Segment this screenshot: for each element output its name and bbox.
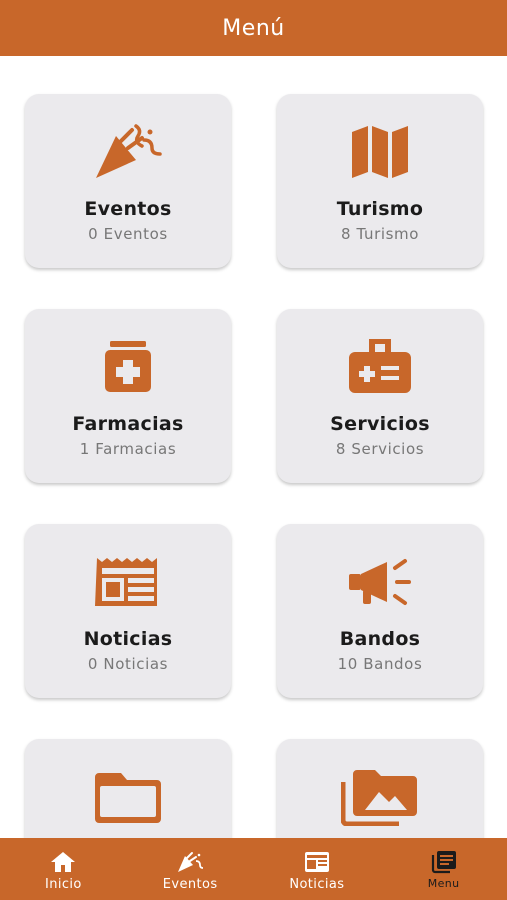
menu-list-icon [431, 850, 457, 874]
card-count: 1 Farmacias [79, 440, 177, 458]
tab-label: Menu [427, 877, 460, 890]
card-count: 8 Turismo [340, 225, 420, 243]
tab-menu[interactable]: Menu [380, 838, 507, 900]
card-count: 10 Bandos [337, 655, 423, 673]
card-title: Servicios [330, 413, 430, 435]
photo-gallery-icon [340, 767, 420, 827]
card-count: 8 Servicios [335, 440, 425, 458]
menu-card-gallery[interactable] [277, 739, 483, 838]
card-title: Turismo [336, 198, 424, 220]
menu-card-bandos[interactable]: Bandos 10 Bandos [277, 524, 483, 698]
tab-noticias[interactable]: Noticias [254, 838, 381, 900]
card-title: Eventos [84, 198, 172, 220]
party-popper-icon [176, 850, 204, 874]
header-bar: Menú [0, 0, 507, 56]
app-screen: Menú Eventos 0 Eventos Turismo 8 Turismo… [0, 0, 507, 900]
page-title: Menú [222, 15, 285, 41]
menu-card-eventos[interactable]: Eventos 0 Eventos [25, 94, 231, 268]
tab-label: Noticias [289, 877, 345, 892]
card-title: Bandos [339, 628, 421, 650]
pharmacy-icon [88, 337, 168, 397]
card-count: 0 Eventos [88, 225, 168, 243]
tab-eventos[interactable]: Eventos [127, 838, 254, 900]
newspaper-icon [88, 552, 168, 612]
folder-icon [88, 767, 168, 827]
home-icon [50, 850, 76, 874]
card-title: Noticias [83, 628, 173, 650]
card-count: 0 Noticias [87, 655, 169, 673]
newspaper-icon [304, 850, 330, 874]
card-title: Farmacias [72, 413, 184, 435]
map-icon [340, 122, 420, 182]
tab-label: Eventos [162, 877, 218, 892]
menu-grid: Eventos 0 Eventos Turismo 8 Turismo Farm… [0, 56, 507, 838]
megaphone-icon [340, 552, 420, 612]
tab-label: Inicio [44, 877, 82, 892]
menu-card-servicios[interactable]: Servicios 8 Servicios [277, 309, 483, 483]
tab-inicio[interactable]: Inicio [0, 838, 127, 900]
menu-card-turismo[interactable]: Turismo 8 Turismo [277, 94, 483, 268]
medical-kit-icon [340, 337, 420, 397]
party-popper-icon [88, 122, 168, 182]
menu-card-noticias[interactable]: Noticias 0 Noticias [25, 524, 231, 698]
menu-card-farmacias[interactable]: Farmacias 1 Farmacias [25, 309, 231, 483]
menu-card-folder[interactable] [25, 739, 231, 838]
bottom-tab-bar: Inicio Eventos Noticias Menu [0, 838, 507, 900]
